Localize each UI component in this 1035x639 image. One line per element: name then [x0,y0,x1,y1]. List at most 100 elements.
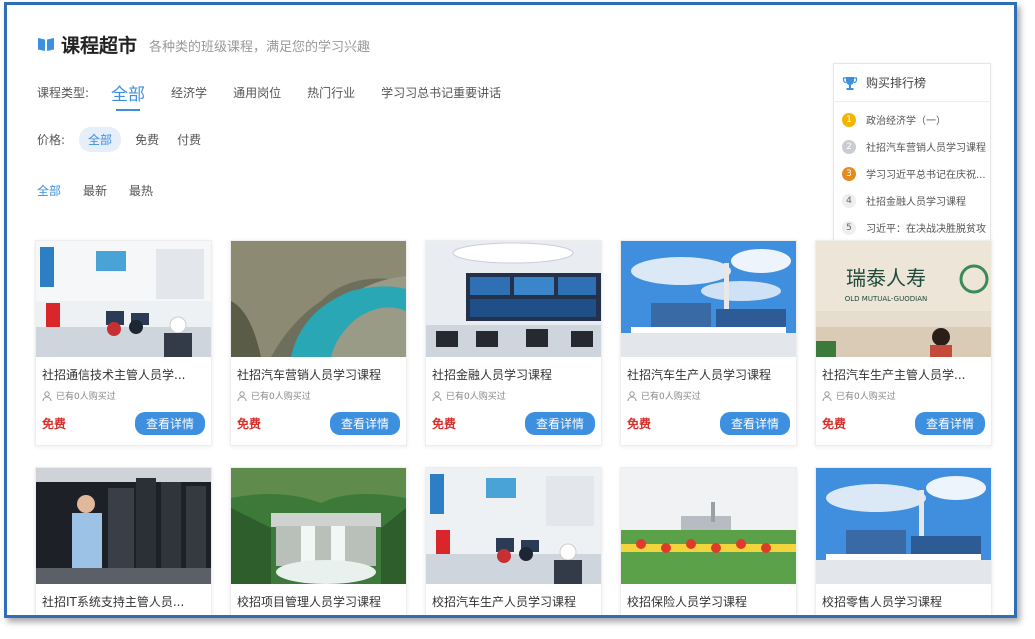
course-card[interactable]: 社招通信技术主管人员学... 已有0人购买过 免费 查看详情 [35,240,212,446]
ranking-item[interactable]: 1 政治经济学（一） [834,106,990,133]
ranking-item-label: 社招金融人员学习课程 [866,197,966,208]
purchase-ranking: 购买排行榜 1 政治经济学（一） 2 社招汽车营销人员学习课程 3 学习习近平总… [833,63,991,245]
sign-subtext: OLD MUTUAL-GUODIAN [845,295,927,303]
type-filter-row: 课程类型: 全部 经济学 通用岗位 热门行业 学习习总书记重要讲话 [37,80,527,111]
type-option-speeches[interactable]: 学习习总书记重要讲话 [381,84,501,101]
course-card[interactable]: 社招金融人员学习课程 已有0人购买过 免费 查看详情 [425,240,602,446]
course-thumbnail[interactable] [621,241,796,357]
sort-row: 全部 最新 最热 [37,182,179,199]
course-buyers-text: 已有0人购买过 [446,392,506,402]
ranking-header: 购买排行榜 [834,64,990,102]
course-card[interactable]: 社招汽车生产人员学习课程 已有0人购买过 免费 查看详情 [620,240,797,446]
user-icon [432,390,442,401]
course-card[interactable]: 校招零售人员学习课程 [815,467,992,615]
course-title[interactable]: 社招通信技术主管人员学... [36,357,211,383]
course-card[interactable]: 校招保险人员学习课程 [620,467,797,615]
type-option-hot-industry[interactable]: 热门行业 [307,84,355,101]
trophy-icon [842,76,858,90]
sort-option-hottest[interactable]: 最热 [129,182,153,199]
course-title[interactable]: 校招零售人员学习课程 [816,584,991,610]
course-title[interactable]: 社招汽车生产人员学习课程 [621,357,796,383]
course-buyers: 已有0人购买过 [426,383,601,402]
type-option-economics[interactable]: 经济学 [171,84,207,101]
course-thumbnail[interactable] [426,241,601,357]
user-icon [822,390,832,401]
course-price: 免费 [822,417,847,431]
user-icon [237,390,247,401]
ranking-item[interactable]: 5 习近平：在决战决胜脱贫攻 [834,214,990,241]
page-header: 课程超市 各种类的班级课程，满足您的学习兴趣 [37,30,370,58]
course-thumbnail[interactable] [36,468,211,584]
view-details-button[interactable]: 查看详情 [914,412,985,435]
course-title[interactable]: 校招汽车生产人员学习课程 [426,584,601,610]
course-buyers-text: 已有0人购买过 [251,392,311,402]
ranking-title: 购买排行榜 [866,76,927,90]
type-option-all[interactable]: 全部 [111,80,145,111]
course-title[interactable]: 社招汽车营销人员学习课程 [231,357,406,383]
course-thumbnail[interactable] [36,241,211,357]
course-footer: 免费 查看详情 [621,402,796,435]
course-thumbnail[interactable] [426,468,601,584]
course-title[interactable]: 社招汽车生产主管人员学... [816,357,991,383]
sign-text: 瑞泰人寿 [846,266,926,290]
course-footer: 免费 查看详情 [36,402,211,435]
view-details-button[interactable]: 查看详情 [524,412,595,435]
course-buyers-text: 已有0人购买过 [641,392,701,402]
ranking-item[interactable]: 2 社招汽车营销人员学习课程 [834,133,990,160]
ranking-item[interactable]: 3 学习习近平总书记在庆祝... [834,160,990,187]
course-buyers-text: 已有0人购买过 [836,392,896,402]
course-title[interactable]: 社招IT系统支持主管人员... [36,584,211,610]
course-footer: 免费 查看详情 [426,402,601,435]
price-option-free[interactable]: 免费 [135,131,159,148]
user-icon [42,390,52,401]
course-title[interactable]: 校招项目管理人员学习课程 [231,584,406,610]
book-icon [38,38,54,51]
view-details-button[interactable]: 查看详情 [719,412,790,435]
course-thumbnail[interactable]: 瑞泰人寿 OLD MUTUAL-GUODIAN [816,241,991,357]
view-details-button[interactable]: 查看详情 [134,412,205,435]
user-icon [627,390,637,401]
sort-option-newest[interactable]: 最新 [83,182,107,199]
course-buyers: 已有0人购买过 [36,383,211,402]
course-price: 免费 [237,417,262,431]
course-thumbnail[interactable] [621,468,796,584]
price-option-all[interactable]: 全部 [79,127,122,152]
gold-medal-icon: 1 [842,112,856,127]
price-option-paid[interactable]: 付费 [177,131,201,148]
course-card[interactable]: 社招IT系统支持主管人员... [35,467,212,615]
course-title[interactable]: 社招金融人员学习课程 [426,357,601,383]
course-buyers: 已有0人购买过 [621,383,796,402]
ranking-item-label: 学习习近平总书记在庆祝... [866,170,986,181]
price-filter-label: 价格: [37,133,66,147]
price-filter-row: 价格: 全部 免费 付费 [37,127,227,152]
ranking-item[interactable]: 4 社招金融人员学习课程 [834,187,990,214]
ranking-item-label: 政治经济学（一） [866,116,946,127]
type-option-general-position[interactable]: 通用岗位 [233,84,281,101]
course-title[interactable]: 校招保险人员学习课程 [621,584,796,610]
course-buyers-text: 已有0人购买过 [56,392,116,402]
rank-number: 5 [842,220,856,235]
course-buyers: 已有0人购买过 [231,383,406,402]
course-price: 免费 [432,417,457,431]
ranking-list: 1 政治经济学（一） 2 社招汽车营销人员学习课程 3 学习习近平总书记在庆祝.… [834,102,990,241]
ranking-item-label: 习近平：在决战决胜脱贫攻 [866,224,986,235]
course-thumbnail[interactable] [231,468,406,584]
course-thumbnail[interactable] [231,241,406,357]
course-card[interactable]: 校招汽车生产人员学习课程 [425,467,602,615]
course-price: 免费 [42,417,67,431]
course-buyers: 已有0人购买过 [816,383,991,402]
course-price: 免费 [627,417,652,431]
rank-number: 4 [842,193,856,208]
course-footer: 免费 查看详情 [231,402,406,435]
course-card[interactable]: 校招项目管理人员学习课程 [230,467,407,615]
page-title: 课程超市 [61,34,138,57]
course-card[interactable]: 瑞泰人寿 OLD MUTUAL-GUODIAN 社招汽车生产主管人员学... 已… [815,240,992,446]
course-footer: 免费 查看详情 [816,402,991,435]
course-card[interactable]: 社招汽车营销人员学习课程 已有0人购买过 免费 查看详情 [230,240,407,446]
bronze-medal-icon: 3 [842,166,856,181]
type-filter-label: 课程类型: [37,86,90,100]
course-thumbnail[interactable] [816,468,991,584]
sort-option-all[interactable]: 全部 [37,182,61,199]
course-market-panel: 课程超市 各种类的班级课程，满足您的学习兴趣 课程类型: 全部 经济学 通用岗位… [4,2,1017,618]
view-details-button[interactable]: 查看详情 [329,412,400,435]
